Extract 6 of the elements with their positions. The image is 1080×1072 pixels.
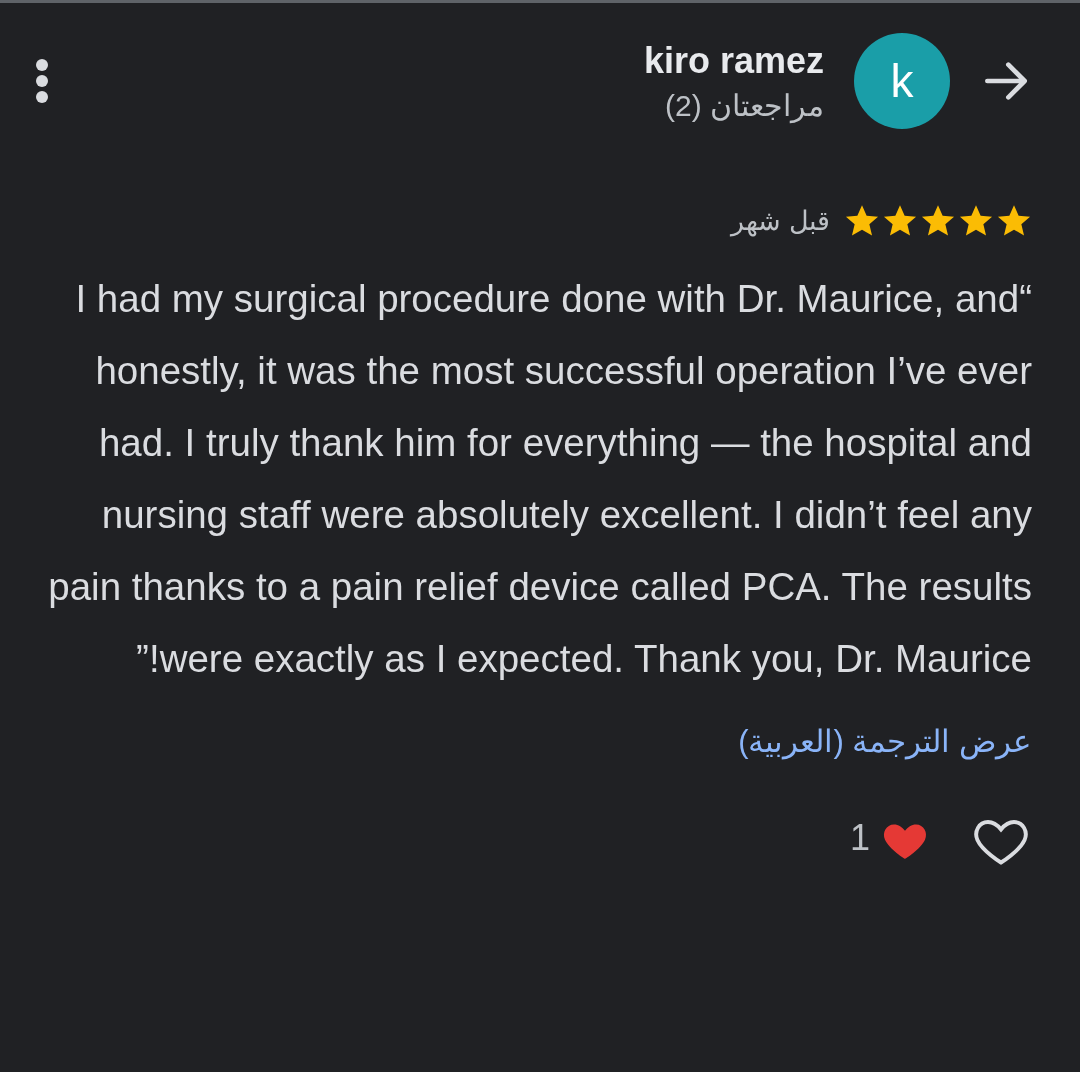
review-text: “I had my surgical procedure done with Dr. Maurice, and honestly, it was the most successful operation I’ve ever had. I truly thank him for everything — the hospital and nursing staff were absolutely excellent. I didn’t feel any pain thanks to a pain relief device called PCA. The results were exactly as I expected. Thank you, Dr. Maurice!” xyxy=(48,276,1032,682)
review-count: مراجعتان (2) xyxy=(665,87,824,123)
reaction-count: 1 xyxy=(849,817,870,859)
review-time: قبل شهر xyxy=(731,205,830,237)
translation-link[interactable]: عرض الترجمة (العربية) xyxy=(738,723,1032,760)
author-name: kiro ramez xyxy=(643,39,824,82)
